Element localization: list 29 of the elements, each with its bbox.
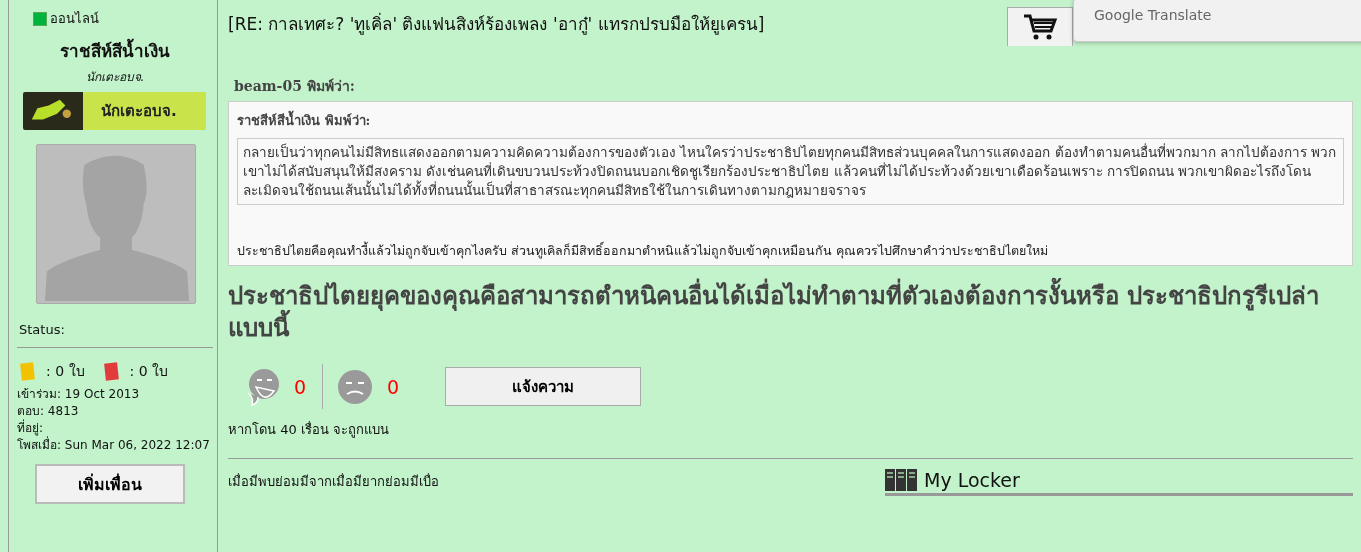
popup-title: Google Translate bbox=[1094, 7, 1212, 23]
penalty-card-icon bbox=[20, 361, 35, 381]
user-info: ตอบ: 4813 bbox=[17, 403, 80, 419]
cart-button[interactable] bbox=[1007, 7, 1073, 46]
penalty-card-icon bbox=[103, 361, 119, 381]
reaction-count: 0 bbox=[294, 375, 307, 398]
status-label: Status: bbox=[19, 322, 66, 337]
online-status: ออนไลน์ bbox=[50, 10, 99, 28]
card-count: : 0 ใบ bbox=[129, 362, 169, 381]
user-info: โพสเมื่อ: Sun Mar 06, 2022 12:07 bbox=[17, 437, 213, 454]
rank-badge: นักเตะอบจ. bbox=[23, 92, 206, 130]
add-friend-button[interactable]: เพิ่มเพื่อน bbox=[35, 464, 185, 504]
cart-icon bbox=[1023, 13, 1057, 41]
user-rank: นักเตะอบจ. bbox=[84, 69, 146, 86]
quote-author: ราชสีห์สีน้ำเงิน พิมพ์ว่า: bbox=[237, 110, 1344, 131]
server-rack-icon bbox=[885, 469, 918, 491]
user-info: ที่อยู่: bbox=[17, 420, 44, 436]
reaction-count: 0 bbox=[387, 375, 400, 398]
user-info: เข้าร่วม: 19 Oct 2013 bbox=[17, 386, 141, 403]
nested-quote-text: กลายเป็นว่าทุกคนไม่มีสิทธแสดงออกตามความคิดความต้องการของตัวเอง ไหนใครว่าประชาธิปไตยทุกคนมีสิทธส่วนบุคคลในการแสดงออก ต้องทำตามคนอื่นที่พวกมาก ลากไปต้องการ พวกเขาไม่ได้สนับสนุนให้มีสงคราม ดังเช่นคนที่เดินขบวนประท้วงปิดถนนบอกเชิดชูเรียกร้องประชาธิปไตย แล้วคนที่ไม่ได้ประท้วงด้วยเขาเดือดร้อนเพราะ การปิดถนน พวกเขาผิดอะไรถึงโดนละเมิดจนใช้ถนนเส้นนั้นไม่ได้ทั้งที่ถนนนั้นเป็นที่สาธาสรณะทุกคนมีสิทธใช้ในการเดินทางตามกฎหมายจราจร bbox=[237, 138, 1344, 205]
ban-notice: หากโดน 40 เรื่อน จะถูกแบน bbox=[228, 420, 390, 440]
post-title: [RE: กาลเทศะ? 'ทูเคิ่ล' ติงแฟนสิงห์ร้องเพลง 'อากู๋' แทรกปรบมือให้ยูเครน] bbox=[228, 11, 765, 37]
username: ราชสีห์สีน้ำเงิน bbox=[17, 37, 213, 64]
quote-text: ประชาธิปไตยคือคุณทำงี้แล้วไม่ถูกจับเข้าคุกไงครับ ส่วนทูเคิลก็มีสิทธิ์ออกมาตำหนิแล้วไม่ถูกจับเข้าคุกเหมือนกัน คุณควรไปศึกษาคำว่าประชาธิปไตยใหม่ bbox=[237, 241, 1049, 261]
card-count: : 0 ใบ bbox=[46, 362, 85, 381]
quote-author: beam-05 พิมพ์ว่า: bbox=[234, 77, 356, 96]
report-button[interactable]: แจ้งความ bbox=[445, 367, 642, 406]
signature: เมื่อมีพบย่อมมีจากเมื่อมียากย่อมมีเบื่อ bbox=[228, 472, 439, 491]
locker-title: My Locker bbox=[924, 469, 1020, 491]
